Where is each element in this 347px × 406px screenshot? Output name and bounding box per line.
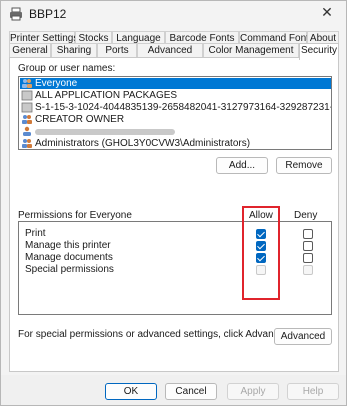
deny-header: Deny <box>294 210 318 221</box>
permission-row: Print <box>19 228 333 240</box>
title-bar: BBP12 ✕ <box>1 1 346 27</box>
tab-advanced[interactable]: Advanced <box>137 43 203 58</box>
list-item-label: Administrators (GHOL3Y0CVW3\Administrato… <box>35 138 251 149</box>
window-title: BBP12 <box>29 7 67 21</box>
permission-row: Manage this printer <box>19 240 333 252</box>
printer-icon <box>10 7 22 21</box>
security-dialog: BBP12 ✕ Printer Settings Stocks Language… <box>0 0 347 406</box>
list-item[interactable] <box>20 126 331 137</box>
permission-row: Manage documents <box>19 252 333 264</box>
tab-row-front: General Sharing Ports Advanced Color Man… <box>9 43 339 60</box>
tab-security[interactable]: Security <box>299 43 339 60</box>
tab-general[interactable]: General <box>9 43 51 58</box>
deny-checkbox[interactable] <box>303 229 313 239</box>
package-icon <box>21 90 33 101</box>
group-icon <box>22 115 32 124</box>
dialog-footer: OK Cancel Apply Help <box>1 375 346 405</box>
redacted-user-name <box>35 129 175 135</box>
tab-color-management[interactable]: Color Management <box>203 43 299 58</box>
list-item-label: ALL APPLICATION PACKAGES <box>35 90 178 101</box>
group-icon <box>22 139 32 148</box>
deny-checkbox <box>303 265 313 275</box>
permission-label: Manage documents <box>25 252 113 263</box>
list-item[interactable]: CREATOR OWNER <box>20 114 331 125</box>
list-item-label: CREATOR OWNER <box>35 114 125 125</box>
permission-label: Manage this printer <box>25 240 111 251</box>
permission-label: Print <box>25 228 46 239</box>
list-item[interactable]: Everyone <box>20 78 331 89</box>
permissions-list: Print Manage this printer Manage documen… <box>18 221 332 315</box>
deny-checkbox[interactable] <box>303 241 313 251</box>
tab-ports[interactable]: Ports <box>97 43 137 58</box>
ok-button[interactable]: OK <box>105 383 157 400</box>
list-item[interactable]: ALL APPLICATION PACKAGES <box>20 90 331 101</box>
permission-label: Special permissions <box>25 264 114 275</box>
cancel-button[interactable]: Cancel <box>165 383 217 400</box>
list-item[interactable]: S-1-15-3-1024-4044835139-2658482041-3127… <box>20 102 332 113</box>
allow-header: Allow <box>249 210 273 221</box>
package-icon <box>21 102 33 113</box>
list-item[interactable]: Administrators (GHOL3Y0CVW3\Administrato… <box>20 138 331 149</box>
group-label: Group or user names: <box>18 63 116 74</box>
allow-checkbox[interactable] <box>256 241 266 251</box>
allow-checkbox[interactable] <box>256 229 266 239</box>
allow-checkbox[interactable] <box>256 253 266 263</box>
apply-button: Apply <box>227 383 279 400</box>
advanced-button[interactable]: Advanced <box>274 328 332 345</box>
tab-sharing[interactable]: Sharing <box>51 43 97 58</box>
list-item-label: Everyone <box>35 78 78 89</box>
help-button: Help <box>287 383 339 400</box>
list-item-label: S-1-15-3-1024-4044835139-2658482041-3127… <box>35 102 332 113</box>
deny-checkbox[interactable] <box>303 253 313 263</box>
user-icon <box>23 126 31 136</box>
close-button[interactable]: ✕ <box>312 1 342 23</box>
allow-checkbox <box>256 265 266 275</box>
group-icon <box>22 79 32 88</box>
add-button[interactable]: Add... <box>216 157 268 174</box>
special-permissions-note: For special permissions or advanced sett… <box>18 329 293 340</box>
security-panel: Group or user names: Everyone ALL APPLIC… <box>9 57 339 372</box>
remove-button[interactable]: Remove <box>276 157 332 174</box>
user-listbox[interactable]: Everyone ALL APPLICATION PACKAGES S-1-15… <box>18 76 332 150</box>
permission-row: Special permissions <box>19 264 333 276</box>
permissions-label: Permissions for Everyone <box>18 210 132 221</box>
